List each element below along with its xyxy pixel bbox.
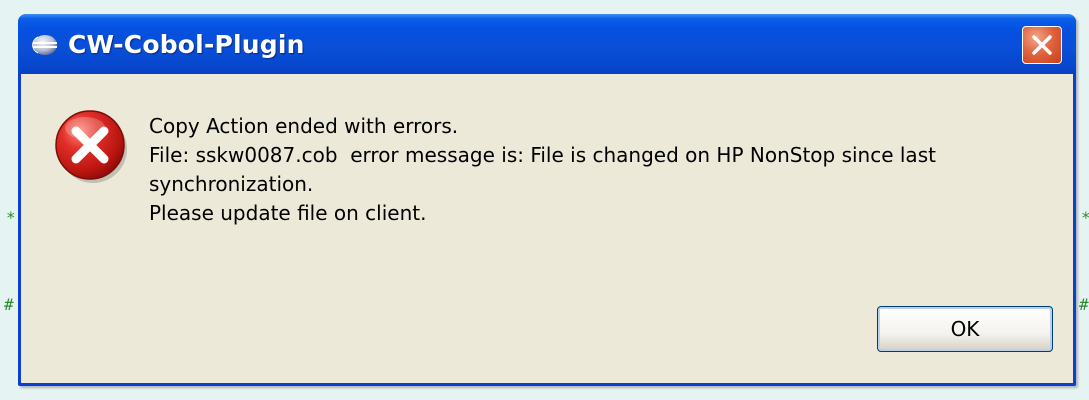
error-message: Copy Action ended with errors. File: ssk…	[149, 112, 1069, 228]
close-icon	[1032, 35, 1052, 55]
error-dialog: CW-Cobol-Plugin Copy Action ended with e…	[18, 14, 1076, 386]
message-line-summary: Copy Action ended with errors.	[149, 114, 459, 138]
background-mark-right-2: #	[1079, 295, 1089, 314]
close-button[interactable]	[1022, 26, 1062, 64]
ok-button[interactable]: OK	[877, 306, 1053, 352]
background-mark-left-2: #	[4, 295, 14, 314]
message-line-continuation: synchronization.	[149, 172, 314, 196]
error-icon	[52, 106, 130, 184]
background-mark-right-1: *	[1081, 210, 1089, 226]
title-bar[interactable]: CW-Cobol-Plugin	[18, 14, 1076, 74]
background-mark-left-1: *	[6, 208, 16, 227]
eclipse-icon	[32, 34, 58, 56]
window-title: CW-Cobol-Plugin	[68, 30, 305, 59]
message-line-file-error: File: sskw0087.cob error message is: Fil…	[149, 143, 936, 167]
message-line-instruction: Please update file on client.	[149, 201, 427, 225]
